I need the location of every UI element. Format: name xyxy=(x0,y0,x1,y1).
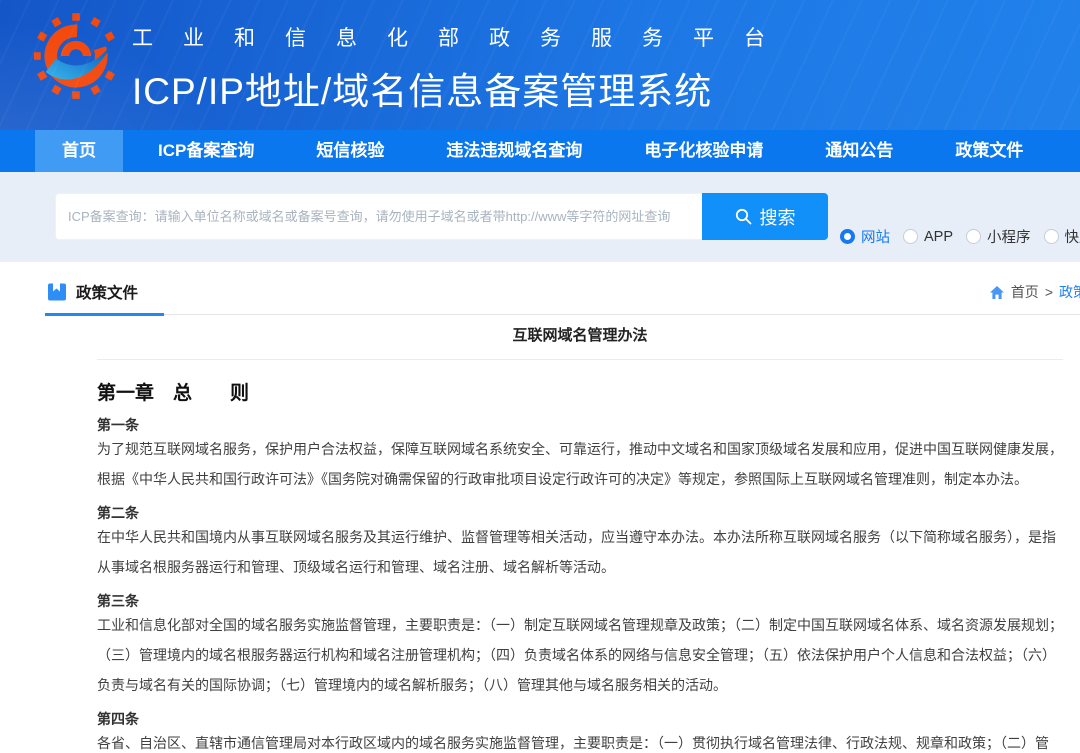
clause-heading: 第四条 xyxy=(97,710,1063,728)
clause-heading: 第三条 xyxy=(97,592,1063,610)
breadcrumb-home[interactable]: 首页 xyxy=(1011,282,1039,302)
content-area: 政策文件 首页 > 政策文件 互联网域名管理办法 第一章 总 则 第一条 为了规… xyxy=(0,262,1080,753)
site-header: 工业和信息化部政务服务平台 ICP/IP地址/域名信息备案管理系统 xyxy=(0,0,1080,130)
chapter-heading: 第一章 总 则 xyxy=(97,382,1063,406)
clause-2: 第二条 在中华人民共和国境内从事互联网域名服务及其运行维护、监督管理等相关活动，… xyxy=(97,504,1063,582)
nav-item-icp-query[interactable]: ICP备案查询 xyxy=(131,130,281,172)
radio-app-label: APP xyxy=(924,229,953,245)
radio-mini-program[interactable]: 小程序 xyxy=(966,226,1031,247)
section-tab-label: 政策文件 xyxy=(76,281,138,303)
clause-heading: 第一条 xyxy=(97,416,1063,434)
home-icon xyxy=(989,285,1005,300)
nav-item-policy-documents[interactable]: 政策文件 xyxy=(928,130,1050,172)
system-title: ICP/IP地址/域名信息备案管理系统 xyxy=(132,61,795,115)
nav-item-notices[interactable]: 通知公告 xyxy=(798,130,920,172)
radio-unselected-icon xyxy=(1044,229,1059,244)
clause-text: 工业和信息化部对全国的域名服务实施监督管理，主要职责是：（一）制定互联网域名管理… xyxy=(97,610,1063,700)
clause-3: 第三条 工业和信息化部对全国的域名服务实施监督管理，主要职责是：（一）制定互联网… xyxy=(97,592,1063,700)
nav-item-illegal-domain-query[interactable]: 违法违规域名查询 xyxy=(419,130,609,172)
nav-item-home[interactable]: 首页 xyxy=(35,130,123,172)
breadcrumb-separator: > xyxy=(1045,284,1053,300)
radio-quick-app[interactable]: 快应用 xyxy=(1044,226,1080,247)
search-button-label: 搜索 xyxy=(760,204,796,230)
nav-item-sms-verify[interactable]: 短信核验 xyxy=(289,130,411,172)
clause-1: 第一条 为了规范互联网域名服务，保护用户合法权益，保障互联网域名系统安全、可靠运… xyxy=(97,416,1063,494)
search-icon xyxy=(735,208,752,225)
search-type-options: 网站 APP 小程序 快应用 xyxy=(840,172,1080,247)
search-button[interactable]: 搜索 xyxy=(702,193,828,240)
header-titles: 工业和信息化部政务服务平台 ICP/IP地址/域名信息备案管理系统 xyxy=(132,0,795,115)
policy-document-icon xyxy=(47,282,67,302)
page: 工业和信息化部政务服务平台 ICP/IP地址/域名信息备案管理系统 首页 ICP… xyxy=(0,0,1080,753)
clause-text: 在中华人民共和国境内从事互联网域名服务及其运行维护、监督管理等相关活动，应当遵守… xyxy=(97,522,1063,582)
radio-mini-program-label: 小程序 xyxy=(987,226,1031,247)
radio-website-label: 网站 xyxy=(861,226,890,247)
radio-quick-app-label: 快应用 xyxy=(1065,226,1080,247)
article-title: 互联网域名管理办法 xyxy=(97,315,1063,360)
nav-item-e-verification[interactable]: 电子化核验申请 xyxy=(617,130,790,172)
clause-heading: 第二条 xyxy=(97,504,1063,522)
miit-logo xyxy=(34,7,118,110)
radio-website[interactable]: 网站 xyxy=(840,226,890,247)
platform-title: 工业和信息化部政务服务平台 xyxy=(132,22,795,52)
article: 互联网域名管理办法 第一章 总 则 第一条 为了规范互联网域名服务，保护用户合法… xyxy=(45,315,1080,753)
clause-4: 第四条 各省、自治区、直辖市通信管理局对本行政区域内的域名服务实施监督管理，主要… xyxy=(97,710,1063,753)
clause-text: 各省、自治区、直辖市通信管理局对本行政区域内的域名服务实施监督管理，主要职责是：… xyxy=(97,728,1063,753)
radio-selected-icon xyxy=(840,229,855,244)
search-input[interactable] xyxy=(55,193,702,240)
section-tab-row: 政策文件 首页 > 政策文件 xyxy=(45,262,1080,315)
tab-policy-documents[interactable]: 政策文件 xyxy=(45,281,164,316)
radio-unselected-icon xyxy=(966,229,981,244)
radio-app[interactable]: APP xyxy=(903,226,953,247)
breadcrumb: 首页 > 政策文件 xyxy=(989,282,1080,314)
search-section: 搜索 网站 APP 小程序 快应用 xyxy=(0,172,1080,262)
clause-text: 为了规范互联网域名服务，保护用户合法权益，保障互联网域名系统安全、可靠运行，推动… xyxy=(97,434,1063,494)
gear-e-logo-icon xyxy=(34,7,118,105)
radio-unselected-icon xyxy=(903,229,918,244)
main-nav: 首页 ICP备案查询 短信核验 违法违规域名查询 电子化核验申请 通知公告 政策… xyxy=(0,130,1080,172)
breadcrumb-current: 政策文件 xyxy=(1059,282,1080,302)
